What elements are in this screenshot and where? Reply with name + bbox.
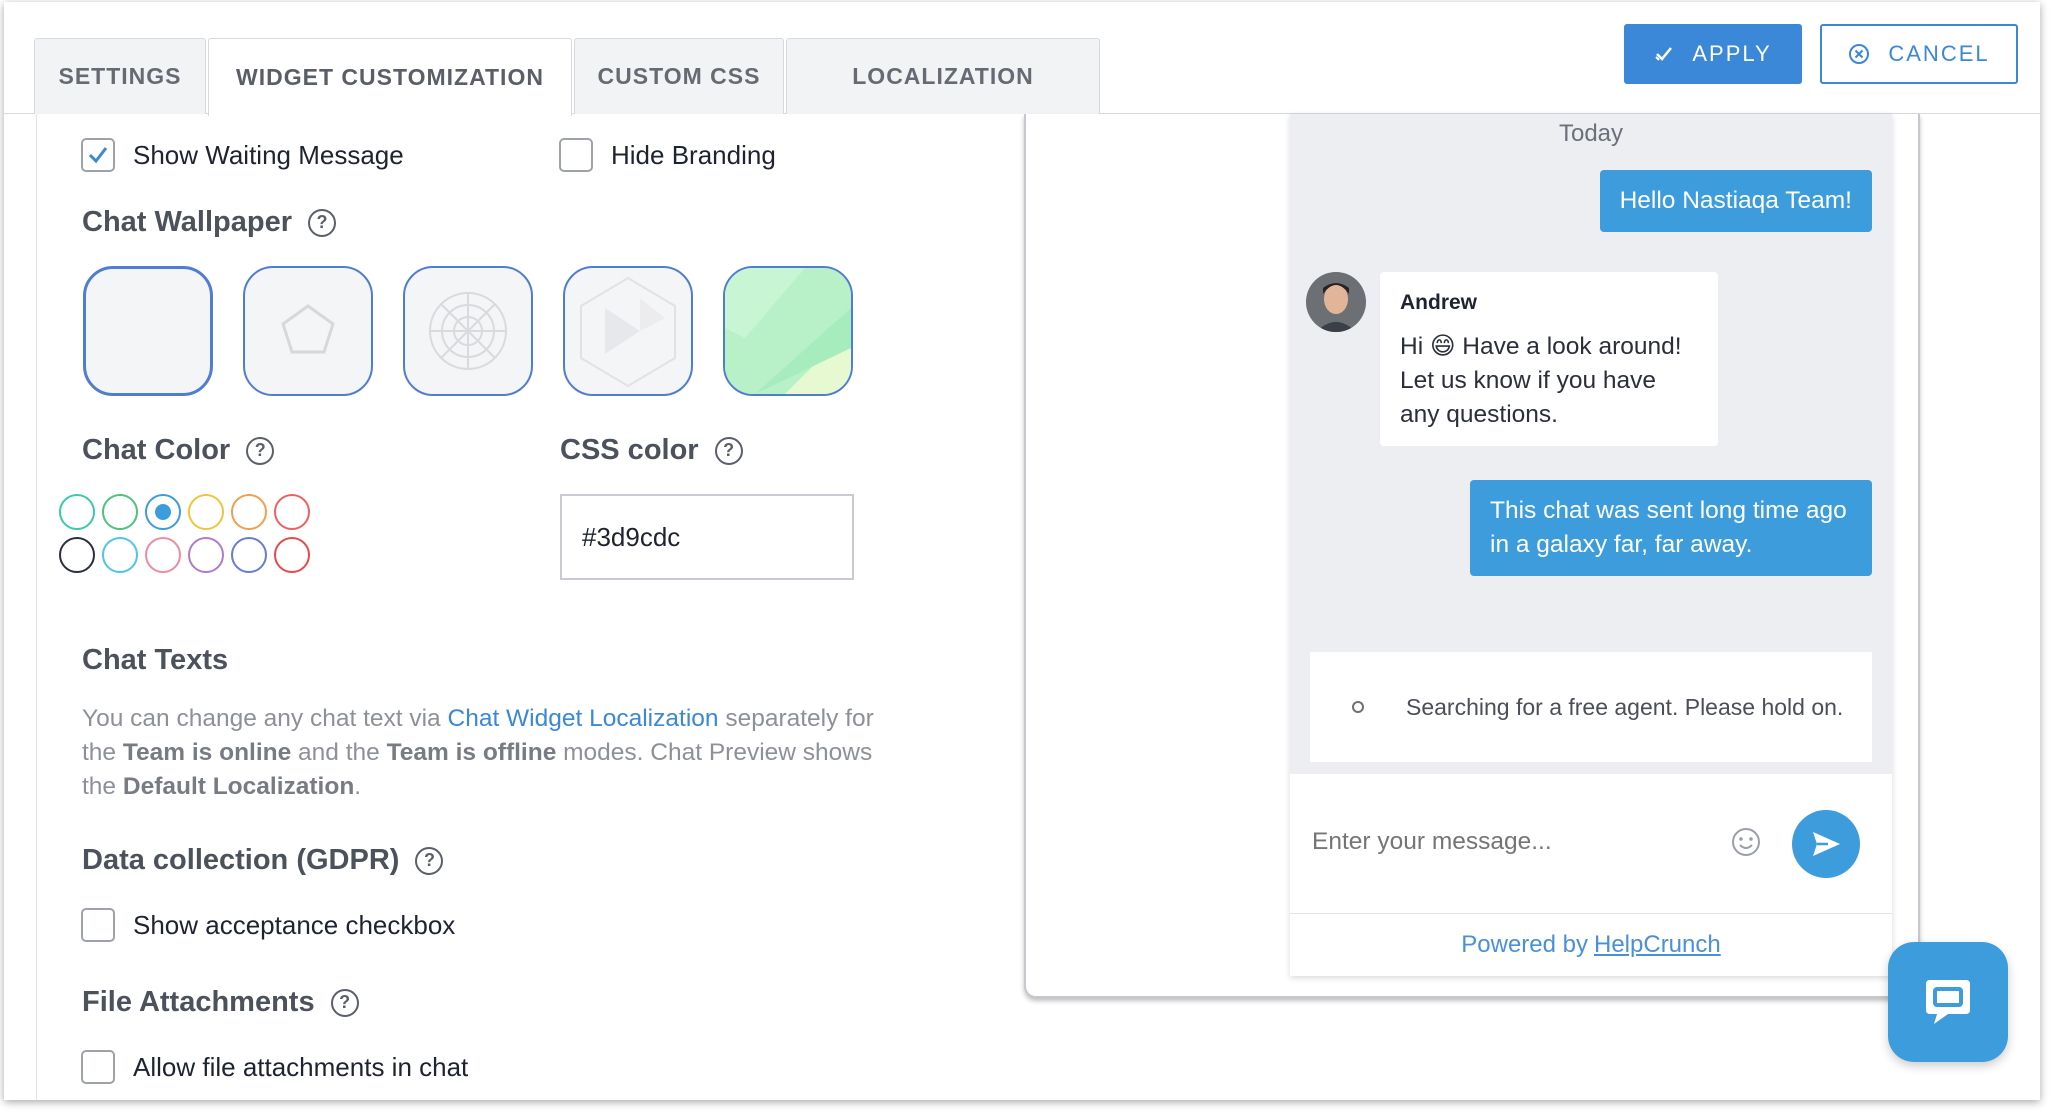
waiting-message-text: Searching for a free agent. Please hold … [1406, 693, 1844, 720]
chat-texts-heading: Chat Texts [82, 644, 229, 676]
tab-widget-customization[interactable]: WIDGET CUSTOMIZATION [208, 38, 572, 116]
color-swatch[interactable] [145, 537, 181, 573]
message-text: Hi [1400, 333, 1430, 360]
agent-avatar [1306, 272, 1366, 332]
chat-launcher-button[interactable] [1888, 942, 2008, 1062]
chat-texts-description: You can change any chat text via Chat Wi… [82, 702, 902, 804]
gdpr-acceptance-checkbox[interactable] [81, 908, 115, 942]
tab-settings[interactable]: SETTINGS [34, 38, 206, 114]
file-attachments-option[interactable]: Allow file attachments in chat [81, 1050, 468, 1084]
tab-custom-css[interactable]: CUSTOM CSS [574, 38, 784, 114]
chat-widget-localization-link[interactable]: Chat Widget Localization [448, 705, 719, 732]
help-icon[interactable]: ? [714, 436, 743, 465]
color-swatch[interactable] [274, 494, 310, 530]
wallpaper-option-floral[interactable] [403, 266, 533, 396]
powered-by-footer: Powered by HelpCrunch [1290, 914, 1892, 976]
color-swatch[interactable] [59, 537, 95, 573]
date-divider: Today [1558, 120, 1624, 147]
agent-name: Andrew [1400, 291, 1478, 314]
tab-localization[interactable]: LOCALIZATION [786, 38, 1100, 114]
message-input[interactable] [1312, 814, 1712, 870]
gdpr-title: Data collection (GDPR) ? [82, 844, 444, 877]
green-pattern-icon [725, 268, 851, 394]
description-text: and the [291, 739, 387, 766]
css-color-title: CSS color ? [560, 434, 743, 467]
apply-button[interactable]: APPLY [1624, 24, 1802, 84]
hide-branding-label: Hide Branding [611, 139, 776, 170]
chat-wallpaper-title: Chat Wallpaper ? [82, 206, 337, 239]
cancel-label: CANCEL [1888, 41, 1990, 66]
message-outgoing: Hello Nastiaqa Team! [1599, 170, 1872, 232]
color-swatch[interactable] [102, 494, 138, 530]
wallpaper-option-geometric[interactable] [563, 266, 693, 396]
file-attachments-heading: File Attachments [82, 986, 315, 1018]
chat-texts-title: Chat Texts [82, 644, 228, 677]
file-attachments-title: File Attachments ? [82, 986, 359, 1019]
settings-panel: Show Waiting Message Hide Branding Chat … [36, 114, 1022, 1100]
show-waiting-message-option[interactable]: Show Waiting Message [81, 138, 404, 172]
file-attachments-label: Allow file attachments in chat [133, 1051, 469, 1082]
gdpr-heading: Data collection (GDPR) [82, 844, 400, 876]
help-icon[interactable]: ? [330, 988, 359, 1017]
powered-by-text: Powered by [1461, 931, 1588, 958]
selected-dot-icon [155, 504, 171, 520]
color-swatch[interactable] [188, 494, 224, 530]
hide-branding-checkbox[interactable] [559, 138, 593, 172]
chat-widget-preview: Today Hello Nastiaqa Team! Andrew Hi 😄 H… [1290, 114, 1892, 976]
color-swatch[interactable] [188, 537, 224, 573]
cancel-button[interactable]: CANCEL [1820, 24, 2018, 84]
send-button[interactable] [1792, 810, 1860, 878]
color-swatch[interactable] [102, 537, 138, 573]
agent-avatar-image [1306, 272, 1366, 332]
wallpaper-option-green[interactable] [723, 266, 853, 396]
team-online-text: Team is online [122, 739, 292, 766]
floral-pattern-icon [429, 292, 507, 370]
chat-color-heading: Chat Color [82, 434, 231, 466]
message-outgoing: This chat was sent long time ago in a ga… [1470, 480, 1872, 576]
file-attachments-checkbox[interactable] [81, 1050, 115, 1084]
close-circle-icon [1848, 43, 1870, 65]
color-swatch[interactable] [274, 537, 310, 573]
css-color-input[interactable] [560, 494, 854, 580]
widget-customization-window: SETTINGS WIDGET CUSTOMIZATION CUSTOM CSS… [4, 2, 2040, 1100]
apply-label: APPLY [1692, 41, 1772, 66]
show-waiting-message-checkbox[interactable] [81, 138, 115, 172]
helpcrunch-link[interactable]: HelpCrunch [1594, 931, 1721, 959]
color-swatch[interactable] [231, 537, 267, 573]
wallpaper-option-plain[interactable] [83, 266, 213, 396]
color-swatch[interactable] [59, 494, 95, 530]
smile-emoji-icon: 😄 [1429, 333, 1456, 360]
tab-bar: SETTINGS WIDGET CUSTOMIZATION CUSTOM CSS… [4, 2, 2040, 116]
color-swatch[interactable] [145, 494, 181, 530]
hide-branding-option[interactable]: Hide Branding [559, 138, 776, 172]
gdpr-acceptance-label: Show acceptance checkbox [133, 909, 456, 940]
css-color-heading: CSS color [560, 434, 699, 466]
chat-wallpaper-heading: Chat Wallpaper [82, 206, 293, 238]
description-text: . [354, 773, 362, 800]
help-icon[interactable]: ? [246, 436, 275, 465]
default-localization-text: Default Localization [122, 773, 355, 800]
waiting-message-banner: Searching for a free agent. Please hold … [1310, 652, 1872, 762]
send-icon [1813, 832, 1840, 856]
loading-spinner-icon [1352, 701, 1364, 713]
geometric-pattern-icon [580, 276, 676, 388]
show-waiting-message-label: Show Waiting Message [133, 139, 404, 170]
help-icon[interactable]: ? [415, 846, 444, 875]
message-incoming: Andrew Hi 😄 Have a look around! Let us k… [1380, 272, 1718, 446]
emoji-icon[interactable] [1730, 826, 1762, 863]
checkmark-icon [88, 147, 108, 164]
gdpr-acceptance-option[interactable]: Show acceptance checkbox [81, 908, 455, 942]
message-composer [1290, 774, 1892, 914]
wallpaper-option-pentagon[interactable] [243, 266, 373, 396]
chat-color-title: Chat Color ? [82, 434, 275, 467]
check-icon [1654, 44, 1674, 64]
help-icon[interactable]: ? [308, 208, 337, 237]
chat-bubble-icon [1926, 980, 1970, 1024]
description-text: You can change any chat text via [82, 705, 448, 732]
team-offline-text: Team is offline [386, 739, 557, 766]
color-swatch[interactable] [231, 494, 267, 530]
pentagon-pattern-icon [281, 304, 335, 354]
